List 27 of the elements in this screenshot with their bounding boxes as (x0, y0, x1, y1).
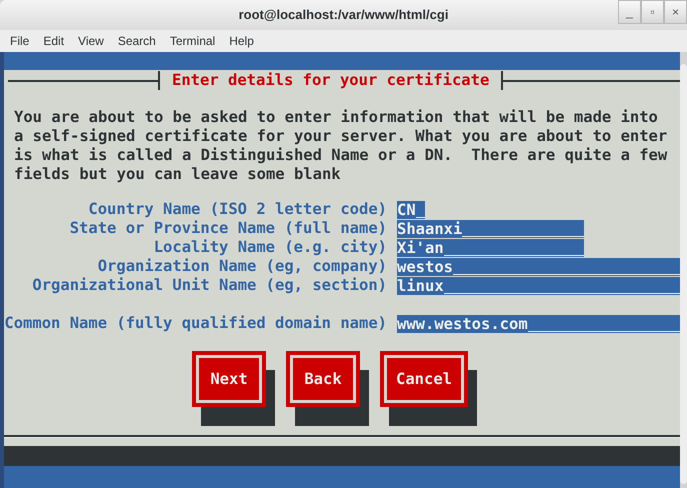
maximize-button[interactable]: ▫ (641, 0, 664, 24)
menu-item[interactable]: Terminal (170, 32, 216, 50)
minimize-button[interactable]: _ (618, 0, 641, 24)
field-label: Locality Name (e.g. city) (152, 238, 387, 257)
dialog-button[interactable]: Cancel (380, 351, 468, 407)
intro-paragraph: You are about to be asked to enter information that will be made into a self-signed certificate for your server. What you are about to enter is what is called a Distinguished Name or a DN. There are quite a few fields but you can leave some blank (14, 108, 668, 184)
field-label: Organization Name (eg, company) (96, 257, 387, 276)
input-field[interactable]: Shaanxi (397, 220, 584, 238)
input-field[interactable]: westos (397, 258, 680, 276)
dialog-button[interactable]: Next (192, 351, 266, 407)
menu-item[interactable]: Help (229, 32, 254, 50)
input-field[interactable]: Xi'an (397, 238, 584, 256)
menu-item[interactable]: View (78, 32, 104, 50)
input-field[interactable]: www.westos.com (397, 314, 680, 332)
dialog-button[interactable]: Back (286, 351, 360, 407)
dialog-title: Enter details for your certificate (171, 71, 490, 90)
menu-item[interactable]: Search (118, 32, 156, 50)
field-label: Organizational Unit Name (eg, section) (31, 276, 387, 295)
close-button[interactable]: × (664, 0, 687, 24)
field-label: Country Name (ISO 2 letter code) (87, 200, 387, 219)
input-field[interactable]: CN (397, 200, 425, 218)
field-label: State or Province Name (full name) (68, 219, 387, 238)
menu-item[interactable]: File (10, 32, 30, 50)
field-label: Common Name (fully qualified domain name) (4, 314, 387, 333)
window-title: root@localhost:/var/www/html/cgi (238, 6, 448, 24)
menu-item[interactable]: Edit (43, 32, 64, 50)
input-field[interactable]: linux (397, 276, 680, 294)
